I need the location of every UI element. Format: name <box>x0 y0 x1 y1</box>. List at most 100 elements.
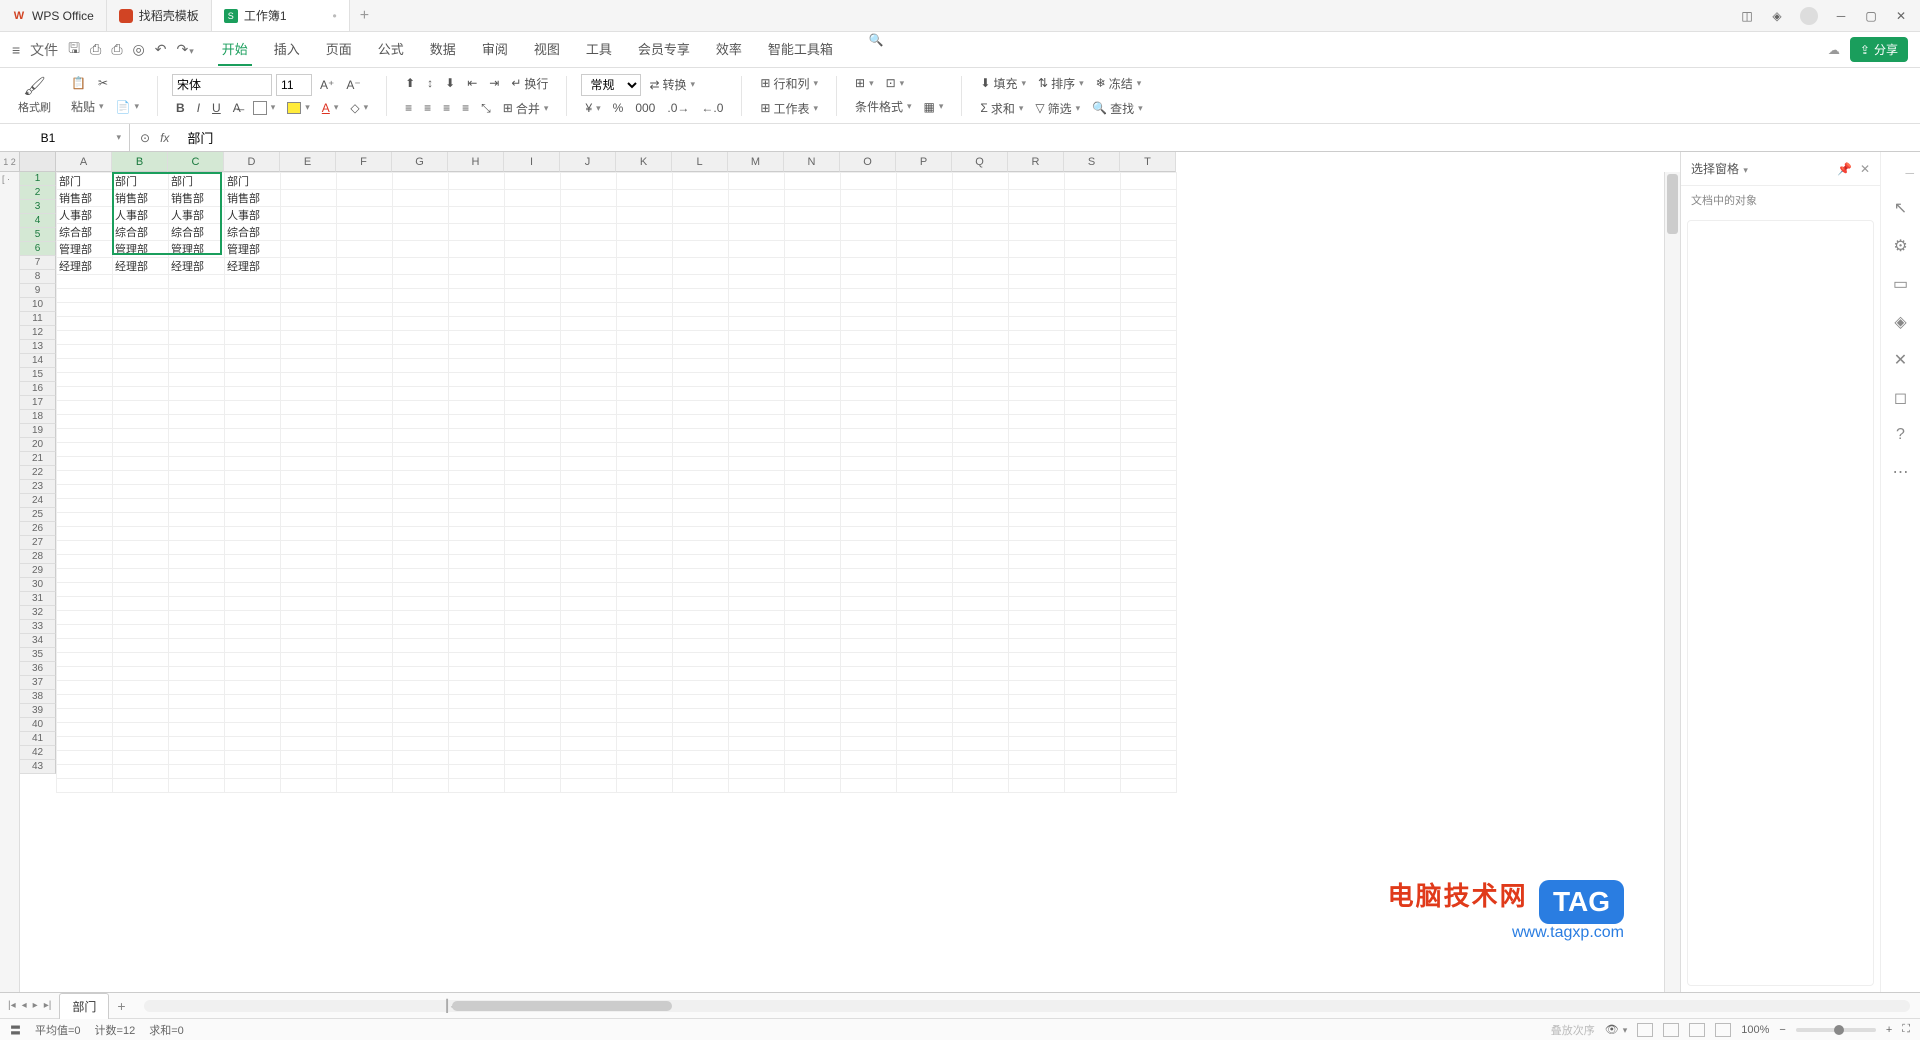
redo-icon[interactable]: ↷▾ <box>176 41 193 58</box>
cell[interactable] <box>953 345 1009 359</box>
cell[interactable] <box>1121 667 1177 681</box>
cell[interactable]: 部门 <box>169 173 225 190</box>
cell[interactable] <box>1065 779 1121 793</box>
cell[interactable] <box>169 289 225 303</box>
cell[interactable] <box>1065 190 1121 207</box>
cell[interactable] <box>169 513 225 527</box>
cell[interactable] <box>169 569 225 583</box>
cell[interactable] <box>785 695 841 709</box>
cell[interactable] <box>617 765 673 779</box>
cell[interactable] <box>505 597 561 611</box>
cell[interactable] <box>673 190 729 207</box>
row-header[interactable]: 24 <box>20 494 56 508</box>
title-tab-workbook[interactable]: S 工作簿1 • <box>212 0 350 31</box>
cell[interactable] <box>1065 173 1121 190</box>
cell[interactable] <box>785 681 841 695</box>
cell[interactable] <box>1009 401 1065 415</box>
cell[interactable] <box>729 499 785 513</box>
cell[interactable] <box>505 639 561 653</box>
cell[interactable] <box>561 779 617 793</box>
cell[interactable] <box>1009 779 1065 793</box>
cell[interactable] <box>337 681 393 695</box>
cell[interactable] <box>897 569 953 583</box>
cell[interactable] <box>841 695 897 709</box>
cell[interactable] <box>729 241 785 258</box>
vertical-scrollbar[interactable] <box>1664 172 1680 992</box>
cell[interactable] <box>113 695 169 709</box>
cell[interactable] <box>449 751 505 765</box>
cell[interactable] <box>785 173 841 190</box>
cell[interactable] <box>505 401 561 415</box>
cell[interactable] <box>505 443 561 457</box>
cell[interactable] <box>897 373 953 387</box>
cell[interactable] <box>841 258 897 275</box>
cell[interactable] <box>897 258 953 275</box>
cell[interactable] <box>897 653 953 667</box>
cell[interactable] <box>1121 625 1177 639</box>
status-mode-icon[interactable]: 〓 <box>10 1022 21 1038</box>
row-header[interactable]: 23 <box>20 480 56 494</box>
cell[interactable] <box>57 695 113 709</box>
cell[interactable] <box>337 737 393 751</box>
cell[interactable] <box>281 583 337 597</box>
cell[interactable] <box>337 173 393 190</box>
cell[interactable] <box>953 289 1009 303</box>
cell[interactable] <box>225 695 281 709</box>
cell[interactable] <box>1065 751 1121 765</box>
cell[interactable] <box>1065 527 1121 541</box>
cell[interactable] <box>897 513 953 527</box>
cell[interactable] <box>113 765 169 779</box>
cell[interactable] <box>337 709 393 723</box>
cell[interactable] <box>841 569 897 583</box>
cell[interactable] <box>169 639 225 653</box>
cell[interactable] <box>673 611 729 625</box>
view-reader-icon[interactable] <box>1715 1023 1731 1037</box>
cell[interactable] <box>897 681 953 695</box>
cell[interactable] <box>785 289 841 303</box>
cell[interactable] <box>1065 513 1121 527</box>
formula-input[interactable] <box>179 130 1920 145</box>
cell[interactable] <box>785 513 841 527</box>
cell[interactable] <box>1065 695 1121 709</box>
cell[interactable] <box>1121 695 1177 709</box>
cell[interactable] <box>169 401 225 415</box>
row-header[interactable]: 18 <box>20 410 56 424</box>
cell[interactable] <box>785 779 841 793</box>
cell[interactable] <box>113 737 169 751</box>
cell[interactable] <box>57 429 113 443</box>
cell[interactable] <box>561 387 617 401</box>
cell[interactable] <box>617 471 673 485</box>
cell[interactable] <box>449 275 505 289</box>
cell[interactable] <box>729 275 785 289</box>
cell[interactable] <box>281 527 337 541</box>
cell[interactable] <box>841 401 897 415</box>
cell[interactable] <box>169 443 225 457</box>
cell[interactable] <box>729 331 785 345</box>
cell[interactable] <box>57 751 113 765</box>
cell[interactable] <box>617 275 673 289</box>
zoom-out-icon[interactable]: − <box>1779 1024 1785 1036</box>
cell[interactable] <box>673 387 729 401</box>
cell[interactable] <box>393 241 449 258</box>
cell[interactable] <box>897 499 953 513</box>
cell[interactable] <box>729 583 785 597</box>
cell[interactable] <box>169 471 225 485</box>
cell[interactable] <box>169 485 225 499</box>
cell[interactable] <box>729 723 785 737</box>
cell[interactable] <box>617 457 673 471</box>
cell[interactable] <box>617 513 673 527</box>
cell[interactable] <box>57 317 113 331</box>
cell[interactable] <box>449 597 505 611</box>
cell[interactable] <box>617 499 673 513</box>
cell[interactable] <box>281 639 337 653</box>
cell[interactable] <box>393 207 449 224</box>
cell[interactable] <box>225 485 281 499</box>
freeze-button[interactable]: ❄ 冻结▾ <box>1092 72 1146 95</box>
cell[interactable] <box>673 541 729 555</box>
cell[interactable] <box>393 583 449 597</box>
cell[interactable] <box>113 541 169 555</box>
cell[interactable] <box>841 415 897 429</box>
row-header[interactable]: 15 <box>20 368 56 382</box>
cell[interactable] <box>1009 303 1065 317</box>
cell[interactable] <box>281 373 337 387</box>
